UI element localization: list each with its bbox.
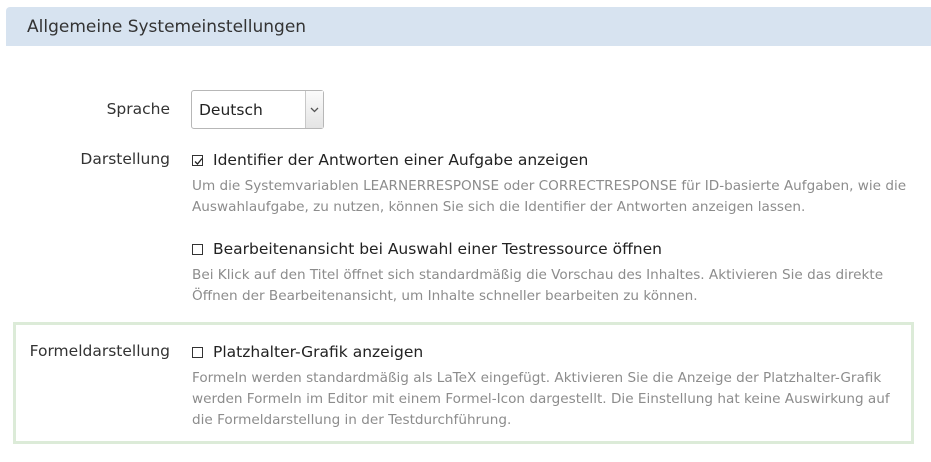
identifier-help-text: Um die Systemvariablen LEARNERRESPONSE o… xyxy=(192,178,907,215)
language-select[interactable]: Deutsch xyxy=(191,90,324,129)
identifier-option-label[interactable]: Identifier der Antworten einer Aufgabe a… xyxy=(213,151,588,169)
identifier-checkbox[interactable] xyxy=(192,154,203,166)
language-select-value: Deutsch xyxy=(199,100,263,119)
edit-view-option[interactable]: Bearbeitenansicht bei Auswahl einer Test… xyxy=(192,240,662,258)
placeholder-checkbox[interactable] xyxy=(192,346,203,358)
settings-page: Allgemeine Systemeinstellungen Sprache D… xyxy=(0,0,931,462)
formula-label: Formeldarstellung xyxy=(29,342,170,360)
section-header: Allgemeine Systemeinstellungen xyxy=(6,7,931,46)
placeholder-option-label[interactable]: Platzhalter-Grafik anzeigen xyxy=(213,343,423,361)
language-label: Sprache xyxy=(106,100,170,118)
display-label: Darstellung xyxy=(80,150,170,168)
edit-view-checkbox[interactable] xyxy=(192,243,203,255)
identifier-option[interactable]: Identifier der Antworten einer Aufgabe a… xyxy=(192,151,588,169)
section-title: Allgemeine Systemeinstellungen xyxy=(27,16,307,37)
chevron-down-icon[interactable] xyxy=(305,91,323,128)
edit-view-option-label[interactable]: Bearbeitenansicht bei Auswahl einer Test… xyxy=(213,240,662,258)
placeholder-option[interactable]: Platzhalter-Grafik anzeigen xyxy=(192,343,423,361)
edit-view-help-text: Bei Klick auf den Titel öffnet sich stan… xyxy=(192,267,884,304)
checkmark-icon xyxy=(194,157,203,165)
placeholder-help-text: Formeln werden standardmäßig als LaTeX e… xyxy=(192,370,890,428)
